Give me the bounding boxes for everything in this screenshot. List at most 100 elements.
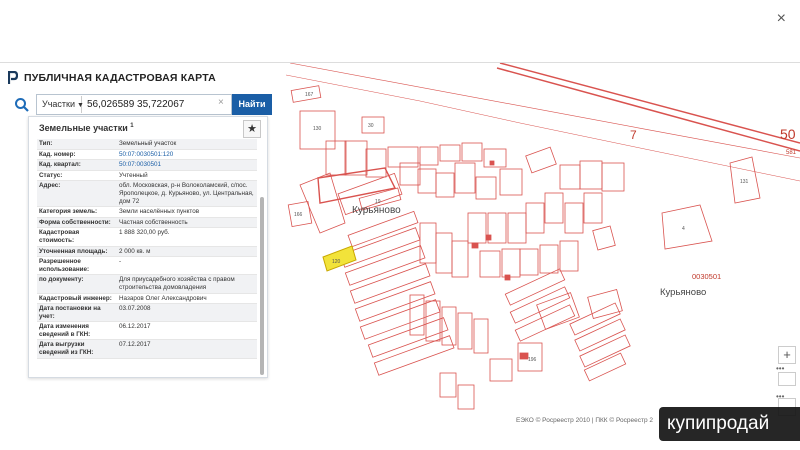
- row-value: обл. Московская, р-н Волоколамский, с/по…: [119, 182, 254, 205]
- parcel: [509, 286, 571, 324]
- table-row: Адрес: обл. Московская, р-н Волоколамский…: [37, 181, 257, 208]
- row-value: 2 000 кв. м: [119, 247, 151, 255]
- parcel: [479, 250, 501, 278]
- parcel: [583, 192, 603, 224]
- category-select[interactable]: Участки ▼: [38, 96, 84, 113]
- parcel: [354, 281, 436, 322]
- parcel: [539, 244, 559, 274]
- building: [485, 234, 492, 241]
- parcel: [419, 222, 437, 264]
- table-row: Кад. номер: 50:07:0030501:120: [37, 150, 257, 161]
- parcel: [499, 168, 523, 196]
- parcel-label: 196: [528, 357, 537, 363]
- row-label: Дата изменения сведений в ГКН:: [39, 323, 91, 338]
- parcel: [467, 212, 487, 244]
- row-label: Кад. номер:: [39, 150, 76, 158]
- parcel: [601, 162, 625, 192]
- village-label-east: Курьяново: [660, 287, 706, 298]
- table-row: по документу: Для приусадебного хозяйства…: [37, 275, 257, 294]
- row-value: 03.07.2008: [119, 305, 151, 313]
- parcel: [544, 192, 564, 224]
- parcel: [365, 148, 387, 178]
- find-button[interactable]: Найти: [232, 94, 272, 115]
- parcel-label: 30: [368, 123, 374, 129]
- parcel-label: 167: [305, 92, 314, 98]
- table-row: Разрешенное использование: -: [37, 257, 257, 276]
- row-value: 07.12.2017: [119, 341, 151, 349]
- parcel: [483, 148, 507, 168]
- row-value: Частная собственность: [119, 218, 188, 226]
- village-label-center: Курьяново: [352, 205, 401, 216]
- parcel-layer: [285, 63, 800, 410]
- parcel: [504, 268, 566, 306]
- search-bar: Участки▼ × Найти: [8, 94, 272, 116]
- row-value: Земли населённых пунктов: [119, 208, 200, 216]
- parcel: [387, 146, 419, 168]
- table-row: Дата изменения сведений в ГКН: 06.12.2017: [37, 322, 257, 341]
- parcel: [579, 160, 603, 190]
- panel-header: Земельные участки 1 ★: [29, 117, 267, 139]
- parcel: [525, 202, 545, 234]
- table-row: Уточненная площадь: 2 000 кв. м: [37, 246, 257, 258]
- search-icon[interactable]: [14, 97, 30, 113]
- edge-code-label: 581: [786, 150, 797, 156]
- top-strip: ×: [0, 0, 800, 62]
- building: [519, 352, 529, 360]
- building: [504, 274, 511, 281]
- table-row: Дата выгрузки сведений из ГКН: 07.12.2017: [37, 340, 257, 359]
- search-input[interactable]: [87, 97, 215, 112]
- table-row: Дата постановки на учет: 03.07.2008: [37, 304, 257, 323]
- parcel: [454, 162, 476, 194]
- table-row: Тип: Земельный участок: [37, 139, 257, 150]
- parcel: [559, 240, 579, 272]
- parcel: [419, 146, 439, 166]
- zoom-in-button[interactable]: +: [778, 346, 796, 364]
- parcel: [574, 318, 626, 352]
- row-label: Разрешенное использование:: [39, 258, 90, 273]
- cadastral-number-link[interactable]: 50:07:0030501:120: [117, 150, 257, 160]
- clear-icon[interactable]: ×: [218, 97, 224, 108]
- zoom-slider[interactable]: [778, 372, 796, 386]
- parcel: [587, 289, 623, 319]
- row-label: Кадастровая стоимость:: [39, 229, 80, 244]
- cadastral-quarter-link[interactable]: 50:07:0030501: [117, 160, 257, 170]
- parcel: [661, 204, 713, 250]
- parcel-label: 131: [740, 179, 749, 185]
- parcel: [489, 358, 513, 382]
- parcel: [439, 372, 457, 398]
- quarter-boundary: [285, 74, 800, 182]
- row-label: Дата выгрузки сведений из ГКН:: [39, 341, 94, 357]
- parcel: [435, 172, 455, 198]
- parcel: [344, 245, 426, 286]
- table-row: Кад. квартал: 50:07:0030501: [37, 160, 257, 171]
- parcel: [461, 142, 483, 162]
- close-icon[interactable]: ×: [777, 10, 786, 28]
- row-value: 1 888 320,00 руб.: [119, 229, 170, 237]
- parcel: [435, 232, 453, 274]
- favorite-star-button[interactable]: ★: [243, 120, 261, 138]
- category-select-value: Участки: [42, 99, 75, 109]
- row-label: Кадастровый инженер:: [39, 294, 112, 302]
- parcel: [457, 312, 473, 350]
- quarter-label: 0030501: [692, 272, 721, 281]
- table-row: Кадастровый инженер: Назаров Олег Алексан…: [37, 294, 257, 305]
- parcel: [325, 140, 347, 176]
- panel-title: Земельные участки 1: [39, 123, 134, 133]
- road-line: [499, 63, 800, 144]
- row-label: Кад. квартал:: [39, 161, 81, 169]
- road-line: [496, 67, 800, 152]
- info-panel: Земельные участки 1 ★ Тип: Земельный учас…: [28, 116, 268, 378]
- parcel: [417, 168, 437, 194]
- parcel-label: 166: [294, 212, 303, 218]
- quarter-boundary: [289, 63, 800, 159]
- parcel: [349, 263, 431, 304]
- table-row: Форма собственности: Частная собственност…: [37, 217, 257, 229]
- parcel: [399, 162, 421, 186]
- parcel: [347, 210, 419, 248]
- table-row: Кадастровая стоимость: 1 888 320,00 руб.: [37, 228, 257, 247]
- parcel: [344, 140, 368, 176]
- row-value: -: [119, 258, 122, 266]
- row-label: Тип:: [39, 140, 53, 147]
- parcel: [501, 248, 521, 278]
- panel-scrollbar[interactable]: [260, 197, 264, 375]
